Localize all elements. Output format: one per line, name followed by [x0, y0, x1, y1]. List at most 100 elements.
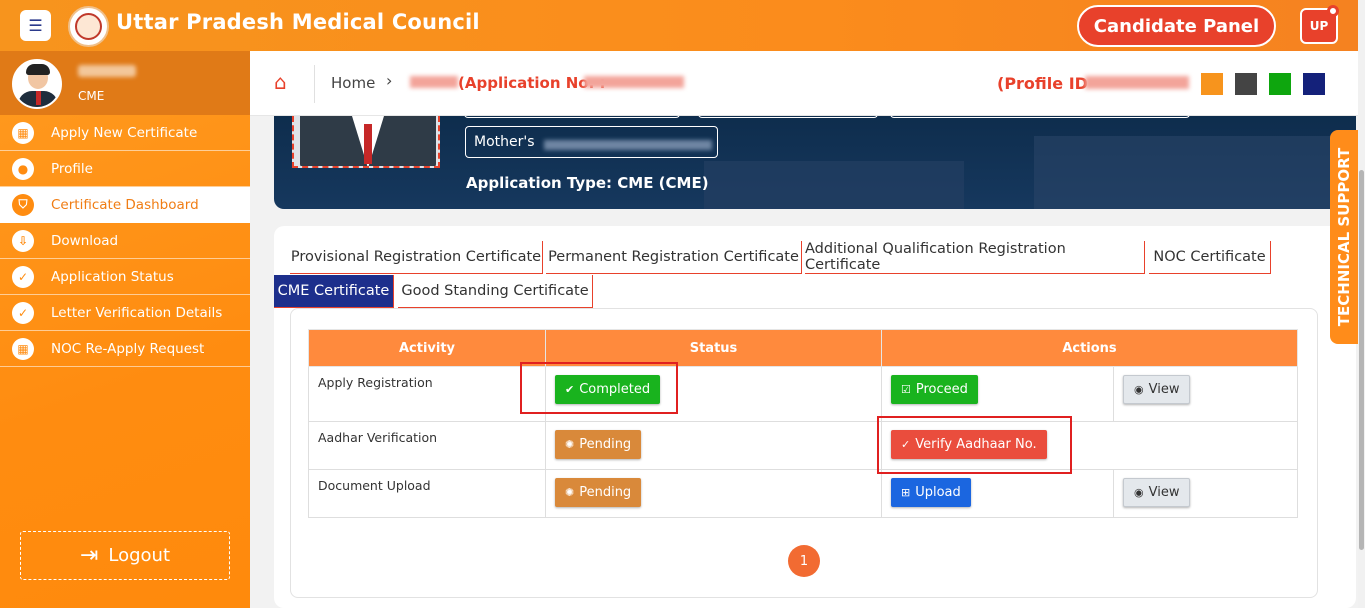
app-title: Uttar Pradesh Medical Council	[116, 10, 480, 34]
upload-button[interactable]: ⊞ Upload	[891, 478, 971, 507]
column-header-status: Status	[545, 329, 882, 367]
sidebar-item-label: Application Status	[51, 268, 174, 285]
activity-name: Apply Registration	[318, 375, 433, 390]
status-label: Pending	[579, 437, 632, 452]
home-icon[interactable]: ⌂	[274, 70, 287, 94]
proceed-button[interactable]: ☑ Proceed	[891, 375, 978, 404]
sidebar-item-letter-verification[interactable]: ✓ Letter Verification Details	[0, 295, 250, 331]
scrollbar-thumb[interactable]	[1359, 170, 1364, 550]
shield-icon: ⛉	[12, 193, 34, 216]
activity-name: Aadhar Verification	[318, 430, 438, 445]
divider	[314, 65, 315, 103]
secondary-action-cell: ◉ View	[1113, 366, 1298, 422]
sidebar-item-label: Download	[51, 232, 119, 249]
profile-banner: Mother's Application Type: CME (CME)	[274, 116, 1356, 209]
theme-swatch-orange[interactable]	[1201, 73, 1223, 95]
redacted-profile-id	[1085, 76, 1189, 89]
theme-swatch-gray[interactable]	[1235, 73, 1257, 95]
activity-cell: Document Upload	[308, 469, 546, 518]
button-label: Upload	[915, 485, 961, 500]
sidebar-item-profile[interactable]: ● Profile	[0, 151, 250, 187]
activity-cell: Apply Registration	[308, 366, 546, 422]
technical-support-tab[interactable]: TECHNICAL SUPPORT	[1330, 130, 1358, 344]
tab-cme-certificate[interactable]: CME Certificate	[274, 275, 394, 308]
logout-button[interactable]: ⇥ Logout	[20, 531, 230, 580]
theme-swatch-navy[interactable]	[1303, 73, 1325, 95]
redacted-text	[410, 76, 458, 88]
spinner-icon: ✺	[565, 486, 575, 499]
candidate-panel-button[interactable]: Candidate Panel	[1077, 5, 1276, 47]
sidebar-item-label: Certificate Dashboard	[51, 196, 199, 213]
column-header-actions: Actions	[881, 329, 1298, 367]
sidebar-item-noc-reapply[interactable]: ▦ NOC Re-Apply Request	[0, 331, 250, 367]
menu-toggle-button[interactable]: ☰	[20, 10, 51, 41]
user-icon: ●	[12, 157, 34, 180]
breadcrumb-home[interactable]: Home	[331, 74, 375, 92]
logout-label: Logout	[108, 545, 171, 566]
table-row: Apply Registration ✔ Completed ☑ Proceed ◉…	[308, 366, 1298, 422]
spinner-icon: ✺	[565, 438, 575, 451]
table-row: Document Upload ✺ Pending ⊞ Upload ◉ View	[308, 469, 1298, 518]
sidebar-nav: ▦ Apply New Certificate ● Profile ⛉ Certifi…	[0, 115, 250, 367]
logout-icon: ⇥	[79, 543, 99, 568]
action-cell: ⊞ Upload	[881, 469, 1114, 518]
scrollbar[interactable]	[1358, 0, 1365, 608]
sidebar-item-certificate-dashboard[interactable]: ⛉ Certificate Dashboard	[0, 187, 250, 223]
redacted-user-name	[78, 65, 136, 77]
table-row: Aadhar Verification ✺ Pending ✓ Verify Aad…	[308, 421, 1298, 470]
tab-good-standing[interactable]: Good Standing Certificate	[398, 275, 593, 308]
activity-panel: Activity Status Actions Apply Registrati…	[290, 308, 1318, 598]
profile-id: (Profile ID	[997, 74, 1088, 93]
tab-permanent-registration[interactable]: Permanent Registration Certificate	[546, 241, 802, 274]
tab-noc-certificate[interactable]: NOC Certificate	[1149, 241, 1271, 274]
chevron-right-icon: ›	[386, 71, 393, 90]
sidebar-item-label: NOC Re-Apply Request	[51, 340, 205, 357]
theme-swatch-green[interactable]	[1269, 73, 1291, 95]
user-role: CME	[78, 89, 105, 103]
application-type: Application Type: CME (CME)	[466, 174, 709, 192]
top-bar: ☰ Uttar Pradesh Medical Council Candidat…	[0, 0, 1358, 51]
sidebar-item-label: Letter Verification Details	[51, 304, 223, 321]
check-icon: ✓	[12, 265, 34, 288]
redacted-application-number	[584, 76, 684, 88]
field-outline	[464, 116, 680, 118]
sidebar-item-download[interactable]: ⇩ Download	[0, 223, 250, 259]
column-header-activity: Activity	[308, 329, 546, 367]
status-label: Pending	[579, 485, 632, 500]
tab-provisional-registration[interactable]: Provisional Registration Certificate	[290, 241, 543, 274]
breadcrumb: ⌂ Home › (Application No. : (Profile ID	[250, 51, 1358, 116]
view-button[interactable]: ◉ View	[1123, 375, 1191, 404]
activity-cell: Aadhar Verification	[308, 421, 546, 470]
highlight-box	[520, 362, 678, 414]
sidebar-item-label: Apply New Certificate	[51, 124, 198, 141]
tab-additional-qualification[interactable]: Additional Qualification Registration Ce…	[805, 241, 1145, 274]
eye-icon: ◉	[1134, 486, 1144, 499]
main-content: Mother's Application Type: CME (CME) Pro…	[250, 116, 1358, 608]
certificate-tabs-card: Provisional Registration Certificate Per…	[274, 226, 1356, 608]
button-label: Proceed	[915, 382, 968, 397]
highlight-box	[877, 416, 1072, 474]
status-badge-pending: ✺ Pending	[555, 430, 642, 459]
field-outline	[698, 116, 878, 118]
status-badge-pending: ✺ Pending	[555, 478, 642, 507]
action-cell: ☑ Proceed	[881, 366, 1114, 422]
button-label: View	[1148, 382, 1180, 397]
edit-icon: ☑	[901, 383, 911, 396]
grid-icon: ▦	[12, 121, 34, 144]
notification-dot	[1327, 5, 1339, 17]
activity-name: Document Upload	[318, 478, 431, 493]
council-logo	[68, 6, 109, 47]
upload-icon: ⊞	[901, 486, 911, 499]
mother-label: Mother's	[474, 134, 535, 150]
view-button[interactable]: ◉ View	[1123, 478, 1191, 507]
status-cell: ✺ Pending	[545, 469, 882, 518]
redacted-mother-name	[544, 140, 712, 150]
grid-icon: ▦	[12, 337, 34, 360]
page-1-button[interactable]: 1	[788, 545, 820, 577]
sidebar-item-application-status[interactable]: ✓ Application Status	[0, 259, 250, 295]
sidebar-item-apply-new-certificate[interactable]: ▦ Apply New Certificate	[0, 115, 250, 151]
field-outline	[890, 116, 1190, 118]
sidebar: CME ▦ Apply New Certificate ● Profile ⛉ Cer…	[0, 51, 250, 608]
technical-support-label: TECHNICAL SUPPORT	[1335, 147, 1353, 327]
check-icon: ✓	[12, 301, 34, 324]
